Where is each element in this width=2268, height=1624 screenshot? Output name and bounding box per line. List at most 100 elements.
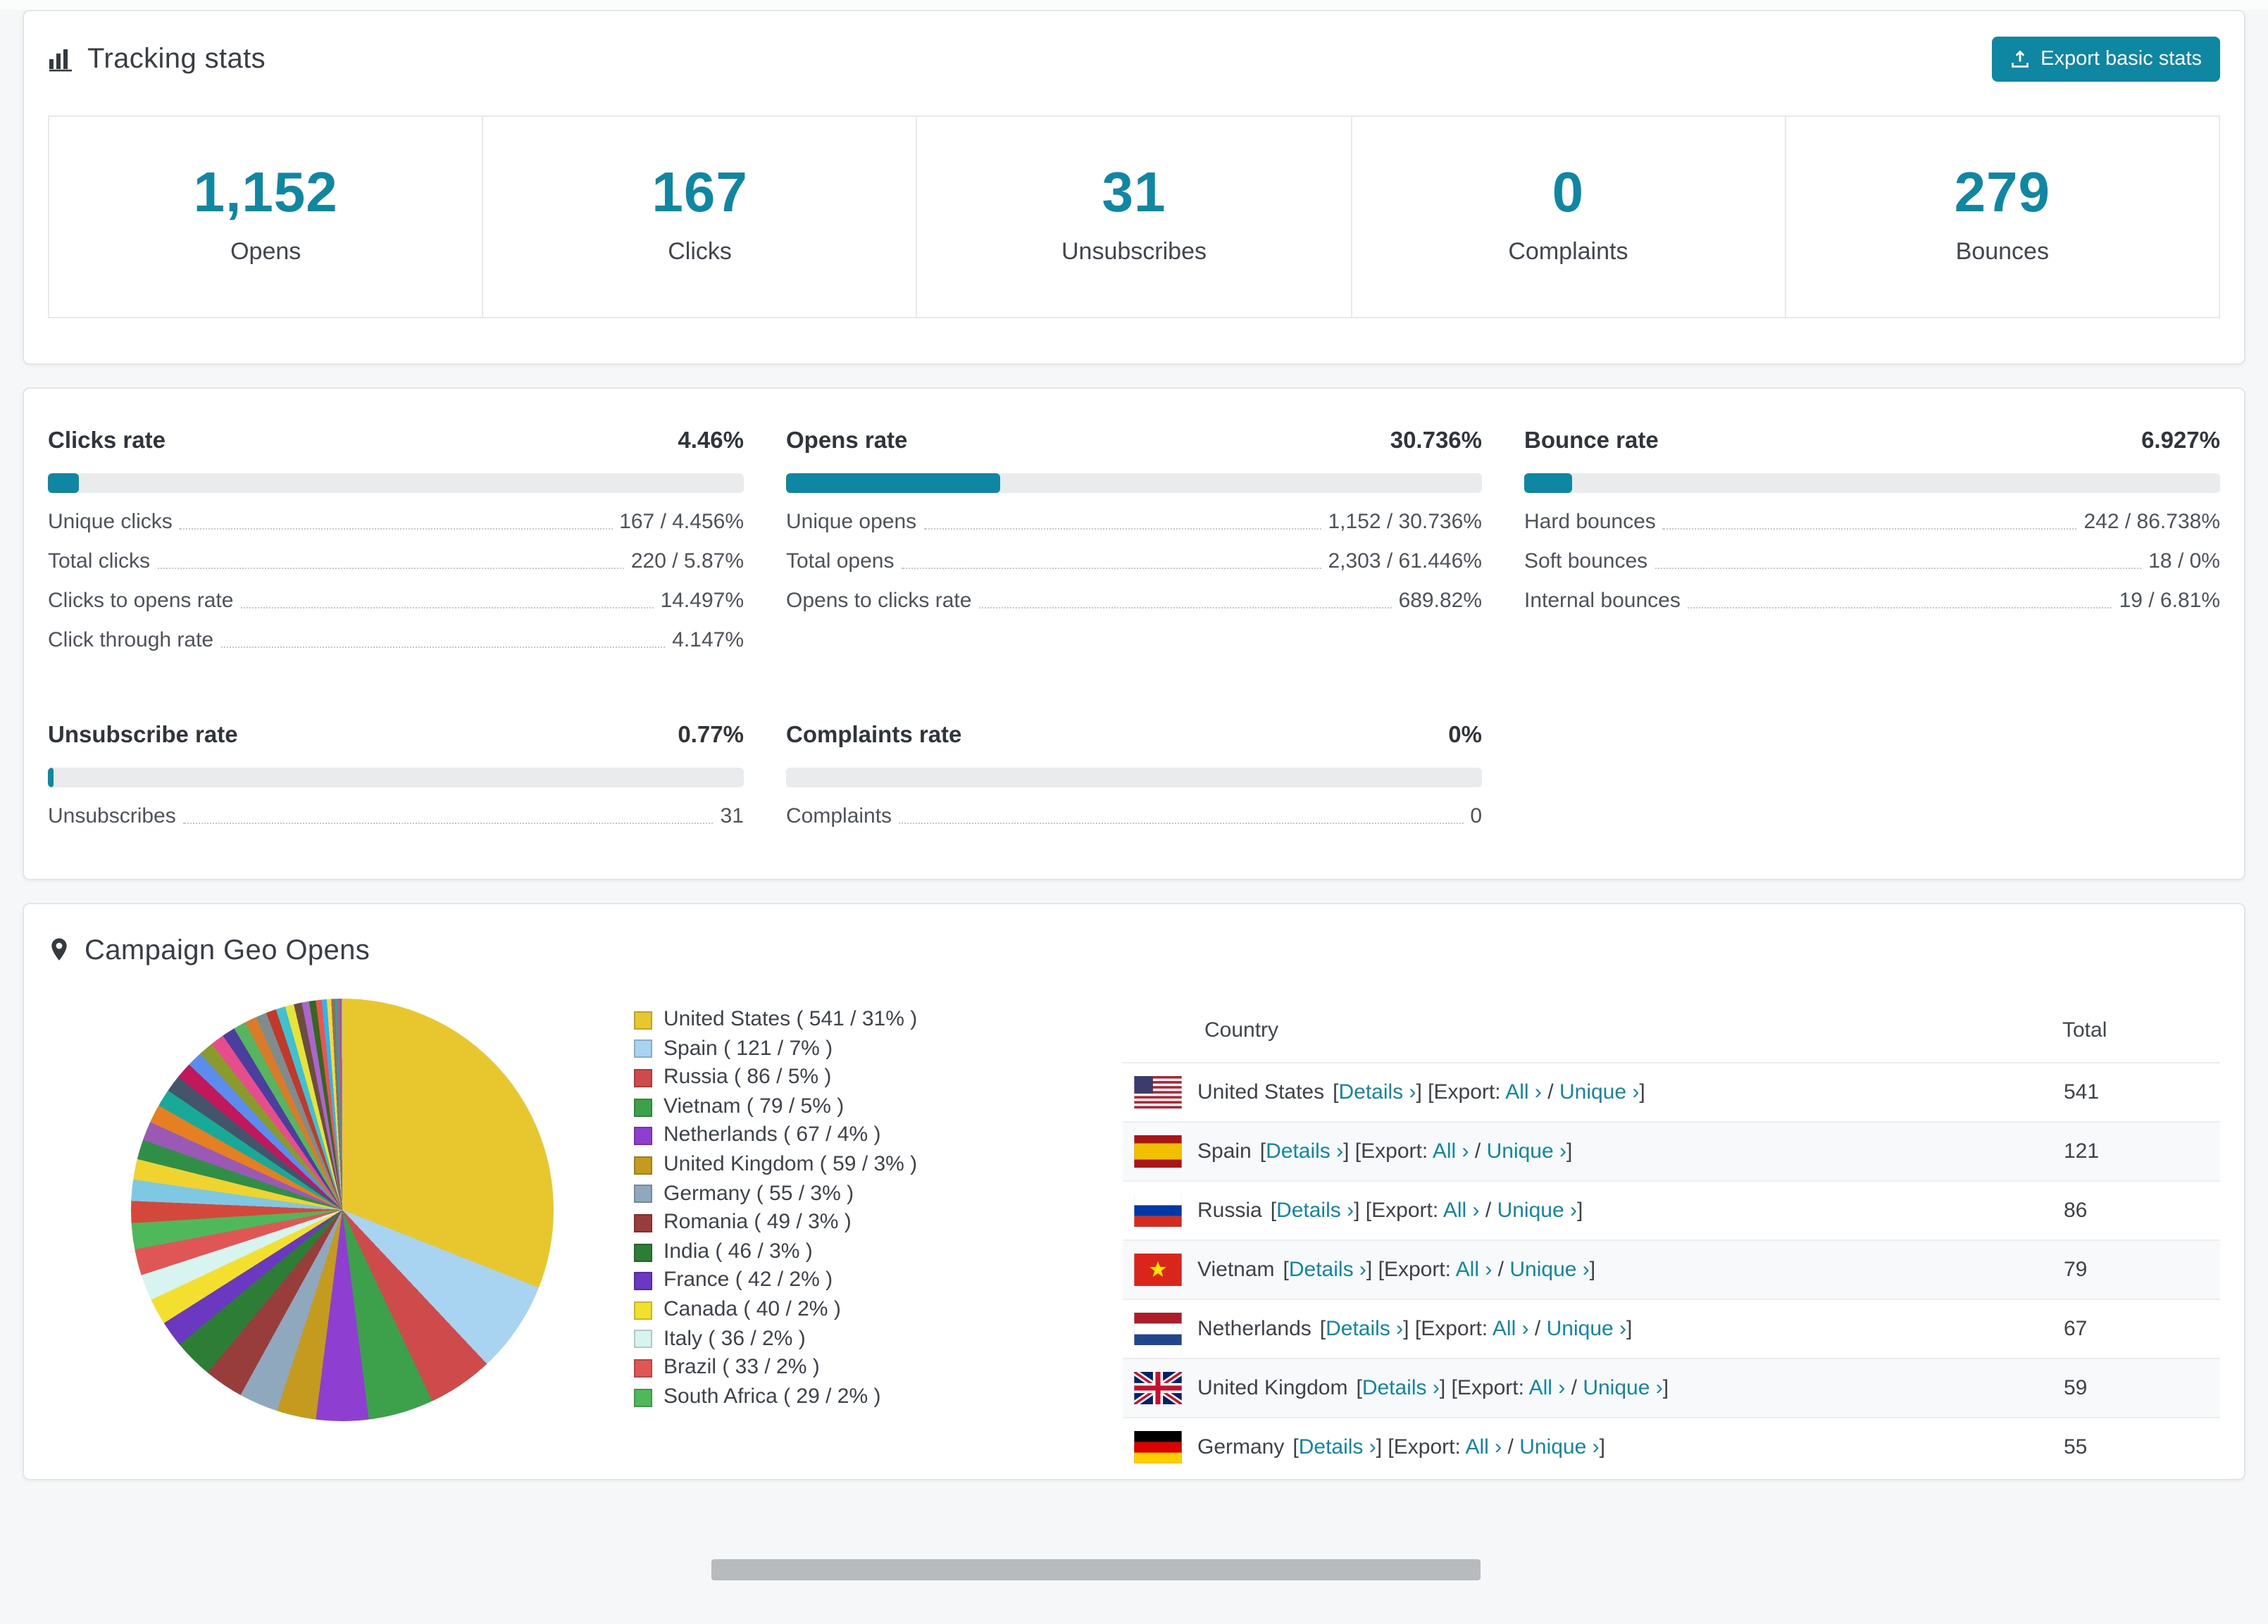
legend-item-south-africa: South Africa ( 29 / 2% ) (634, 1382, 972, 1411)
dotted-leader (220, 647, 666, 648)
rate-row-value: 14.497% (660, 589, 744, 613)
stat-label: Bounces (1955, 238, 2049, 265)
legend-item-russia: Russia ( 86 / 5% ) (634, 1063, 972, 1092)
dotted-leader (157, 568, 624, 569)
rate-row: Click through rate 4.147% (48, 628, 744, 652)
legend-item-spain: Spain ( 121 / 7% ) (634, 1035, 972, 1063)
legend-label: United States ( 541 / 31% ) (663, 1007, 918, 1031)
table-row-spain: Spain [Details ›] [Export: All › / Uniqu… (1123, 1122, 2220, 1181)
country-column-header: Country (1204, 1018, 1279, 1042)
rate-rows: Unsubscribes 31 (48, 804, 744, 828)
bar-chart-icon (48, 46, 73, 72)
export-unique-link[interactable]: Unique › (1583, 1376, 1662, 1400)
bracket-close: ] (1576, 1199, 1583, 1223)
export-prefix: Export: (1393, 1435, 1466, 1459)
rate-block-opens-rate: Opens rate 30.736% Unique opens 1,152 / … (786, 428, 1482, 652)
rate-rows: Complaints 0 (786, 804, 1482, 828)
country-total: 55 (2064, 1435, 2088, 1459)
details-link[interactable]: Details › (1289, 1258, 1366, 1282)
tracking-stats-header-left: Tracking stats (48, 43, 266, 75)
bracket-pair: ] [ (1343, 1139, 1362, 1163)
separator: / (1541, 1080, 1559, 1104)
table-row-netherlands: Netherlands [Details ›] [Export: All › /… (1123, 1299, 2220, 1358)
export-unique-link[interactable]: Unique › (1559, 1080, 1639, 1104)
rate-title: Unsubscribe rate (48, 723, 238, 748)
country-total: 121 (2064, 1139, 2100, 1163)
details-link[interactable]: Details › (1266, 1139, 1343, 1163)
legend-item-vietnam: Vietnam ( 79 / 5% ) (634, 1093, 972, 1122)
dotted-leader (182, 823, 714, 824)
export-all-link[interactable]: All › (1493, 1317, 1529, 1341)
bracket-pair: ] [ (1354, 1199, 1372, 1223)
legend-item-united-states: United States ( 541 / 31% ) (634, 1006, 972, 1035)
bracket-open: [ (1292, 1435, 1299, 1459)
stat-label: Unsubscribes (1061, 238, 1207, 265)
rate-row-label: Soft bounces (1524, 549, 1648, 573)
bracket-open: [ (1356, 1376, 1362, 1400)
export-all-link[interactable]: All › (1466, 1435, 1502, 1459)
legend-label: Spain ( 121 / 7% ) (663, 1036, 833, 1061)
rates-card: Clicks rate 4.46% Unique clicks 167 / 4.… (23, 387, 2245, 880)
stat-value: 279 (1954, 162, 2051, 224)
progress-fill (1524, 473, 1573, 493)
export-all-link[interactable]: All › (1529, 1376, 1566, 1400)
bracket-close: ] (1566, 1139, 1573, 1163)
map-pin-icon (48, 937, 70, 966)
rate-block-bounce-rate: Bounce rate 6.927% Hard bounces 242 / 86… (1524, 428, 2220, 652)
stat-label: Opens (230, 238, 301, 265)
separator: / (1502, 1435, 1520, 1459)
country-links: [Details ›] [Export: All › / Unique ›] (1271, 1199, 1583, 1223)
export-all-link[interactable]: All › (1456, 1258, 1493, 1282)
details-link[interactable]: Details › (1338, 1080, 1416, 1104)
stat-value: 1,152 (193, 162, 338, 224)
bracket-pair: ] [ (1416, 1080, 1434, 1104)
details-link[interactable]: Details › (1299, 1435, 1376, 1459)
legend-swatch (634, 1272, 652, 1291)
export-basic-stats-button[interactable]: Export basic stats (1991, 37, 2220, 82)
stat-value: 31 (1102, 162, 1166, 224)
rate-title: Complaints rate (786, 723, 962, 748)
country-line: United Kingdom [Details ›] [Export: All … (1134, 1372, 2062, 1404)
export-unique-link[interactable]: Unique › (1519, 1435, 1599, 1459)
horizontal-scrollbar-thumb[interactable] (711, 1559, 1481, 1580)
legend-label: Canada ( 40 / 2% ) (663, 1297, 841, 1321)
legend-item-germany: Germany ( 55 / 3% ) (634, 1180, 972, 1208)
details-link[interactable]: Details › (1326, 1317, 1403, 1341)
export-all-link[interactable]: All › (1433, 1139, 1469, 1163)
details-link[interactable]: Details › (1276, 1199, 1354, 1223)
export-unique-link[interactable]: Unique › (1497, 1199, 1577, 1223)
country-links: [Details ›] [Export: All › / Unique ›] (1260, 1139, 1573, 1163)
stat-value: 0 (1552, 162, 1585, 224)
country-total: 59 (2064, 1376, 2088, 1400)
country-links: [Details ›] [Export: All › / Unique ›] (1283, 1258, 1596, 1282)
export-unique-link[interactable]: Unique › (1487, 1139, 1566, 1163)
export-unique-link[interactable]: Unique › (1547, 1317, 1626, 1341)
total-column-header: Total (2062, 1018, 2107, 1042)
separator: / (1479, 1199, 1497, 1223)
export-prefix: Export: (1457, 1376, 1529, 1400)
country-line: Russia [Details ›] [Export: All › / Uniq… (1134, 1194, 2062, 1227)
separator: / (1469, 1139, 1487, 1163)
rate-row-label: Click through rate (48, 628, 214, 652)
legend-item-canada: Canada ( 40 / 2% ) (634, 1296, 972, 1325)
export-all-link[interactable]: All › (1505, 1080, 1542, 1104)
country-total: 86 (2064, 1199, 2088, 1223)
table-row-united-kingdom: United Kingdom [Details ›] [Export: All … (1123, 1358, 2220, 1418)
rate-row: Unsubscribes 31 (48, 804, 744, 828)
export-all-link[interactable]: All › (1443, 1199, 1480, 1223)
legend-label: Germany ( 55 / 3% ) (663, 1181, 854, 1206)
legend-item-united-kingdom: United Kingdom ( 59 / 3% ) (634, 1151, 972, 1180)
tracking-stats-header: Tracking stats Export basic stats (24, 11, 2244, 82)
details-link[interactable]: Details › (1362, 1376, 1440, 1400)
stat-complaints: 0 Complaints (1350, 117, 1784, 317)
rate-progress-track (1524, 473, 2220, 493)
stat-label: Clicks (668, 238, 732, 265)
country-name: Spain (1197, 1139, 1252, 1163)
rate-row: Unique opens 1,152 / 30.736% (786, 510, 1482, 534)
export-unique-link[interactable]: Unique › (1509, 1258, 1589, 1282)
legend-item-italy: Italy ( 36 / 2% ) (634, 1325, 972, 1354)
dotted-leader (1662, 528, 2077, 530)
legend-swatch (634, 1330, 652, 1349)
legend-swatch (634, 1011, 652, 1030)
bracket-open: [ (1259, 1139, 1266, 1163)
